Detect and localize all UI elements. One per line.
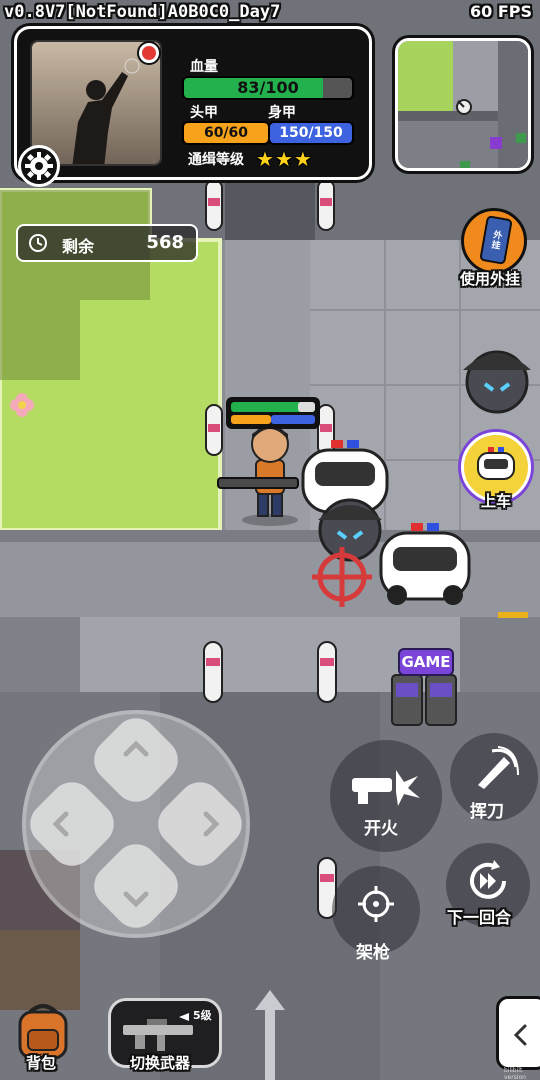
melee-button[interactable]: 挥刀 xyxy=(450,733,538,822)
helmet-value: 60/60 xyxy=(203,125,249,141)
phone-icon-text: 外挂 xyxy=(490,230,503,252)
next-round-label: 下一回合 xyxy=(447,908,512,927)
aim-button[interactable]: 架枪 xyxy=(332,866,420,963)
clock-icon xyxy=(29,234,47,252)
fire-label: 开火 xyxy=(364,819,398,839)
version-text: v0.8V7[NotFound]A0B0C0_Day7 xyxy=(4,2,281,22)
use-cheat-button[interactable]: 外挂 xyxy=(461,208,527,274)
armor-bar: 150/150 xyxy=(268,121,354,145)
backpack-button[interactable]: 背包 xyxy=(8,1002,78,1074)
star-icon: ★ xyxy=(256,147,274,171)
fps-counter: 60 FPS xyxy=(469,2,532,21)
minimap[interactable] xyxy=(395,38,531,171)
use-cheat-label: 使用外挂 xyxy=(460,270,521,288)
game-sign-text: GAME xyxy=(401,653,451,671)
chevron-left-icon xyxy=(52,811,69,837)
hp-label: 血量 xyxy=(190,59,218,75)
gear-icon xyxy=(25,152,53,180)
fire-button[interactable]: 开火 xyxy=(330,740,442,852)
settings-gear-button[interactable] xyxy=(18,145,60,187)
helmet-label: 头甲 xyxy=(190,105,218,121)
star-icon: ★ xyxy=(274,147,293,171)
armor-label: 身甲 xyxy=(268,105,296,121)
hp-bar: 83/100 xyxy=(182,76,354,100)
game-sign: GAME xyxy=(398,648,454,676)
dpad-arrows xyxy=(52,740,220,908)
record-indicator xyxy=(137,41,161,65)
star-icon: ★ xyxy=(293,147,312,171)
melee-label: 挥刀 xyxy=(470,802,504,822)
switch-weapon-label: 切换武器 xyxy=(130,1054,191,1072)
collapse-panel-button[interactable] xyxy=(496,996,540,1070)
watermark-text: bilibilt version xyxy=(504,1067,526,1080)
minimap-graphics xyxy=(398,41,528,168)
fast-forward-icon xyxy=(470,860,506,899)
remaining-timer: 剩余 568 xyxy=(16,224,198,262)
wanted-label: 通缉等级 xyxy=(188,152,244,168)
wanted-stars: ★★★ xyxy=(256,147,313,171)
crosshair-icon xyxy=(358,886,394,922)
knife-slash-icon xyxy=(478,746,519,789)
aim-label: 架枪 xyxy=(356,943,390,963)
hp-value: 83/100 xyxy=(237,78,299,97)
chevron-up-icon xyxy=(123,740,149,757)
backpack-label: 背包 xyxy=(26,1054,57,1072)
chevron-left-icon xyxy=(513,1024,527,1046)
get-in-car-label: 上车 xyxy=(481,492,512,510)
weapon-level: 5级 xyxy=(193,1009,212,1022)
chevron-down-icon xyxy=(123,891,149,908)
armor-value: 150/150 xyxy=(279,125,343,141)
helmet-bar: 60/60 xyxy=(182,121,270,145)
timer-value: 568 xyxy=(146,232,184,253)
gun-fire-icon xyxy=(352,770,420,806)
timer-label: 剩余 xyxy=(62,237,95,256)
chevron-right-icon xyxy=(203,811,220,837)
phone-icon: 外挂 xyxy=(479,215,513,265)
